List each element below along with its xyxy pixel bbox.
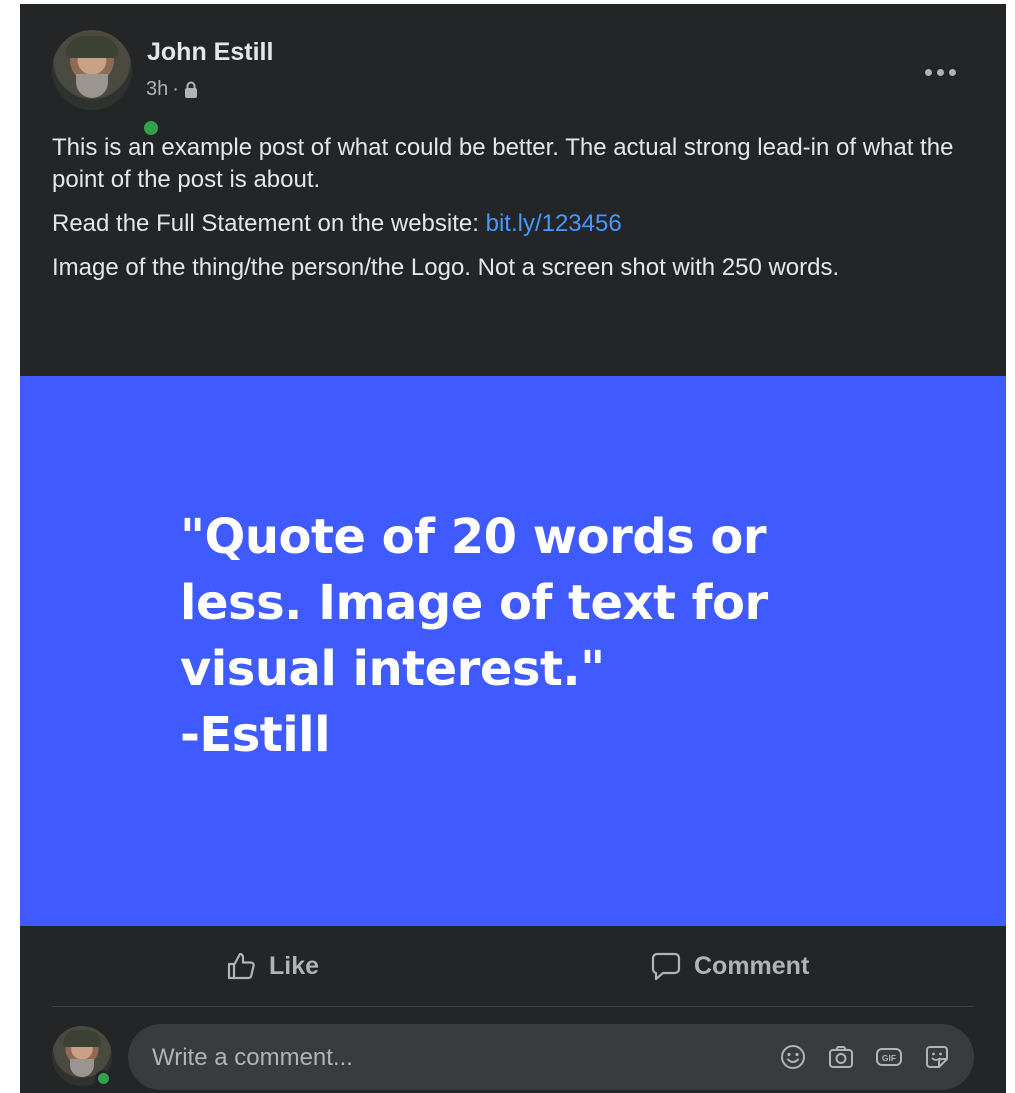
author-avatar[interactable]	[52, 30, 161, 138]
composer-icons: GIF	[778, 1042, 952, 1072]
post-header: John Estill 3h ·	[20, 4, 1006, 138]
comment-button[interactable]: Comment	[650, 944, 809, 988]
comment-label: Comment	[694, 951, 810, 980]
post-meta: 3h ·	[146, 78, 199, 101]
quote-line-2: less. Image of text for	[180, 575, 768, 631]
post-actions: Like Comment	[20, 926, 1006, 1006]
quote-line-4: -Estill	[180, 707, 331, 763]
post-body: This is an example post of what could be…	[52, 132, 972, 296]
composer-avatar[interactable]	[52, 1026, 112, 1087]
quote-line-3: visual interest."	[180, 641, 605, 697]
actions-divider	[52, 1006, 974, 1007]
svg-text:GIF: GIF	[882, 1053, 896, 1063]
post-link[interactable]: bit.ly/123456	[486, 210, 622, 237]
gif-icon[interactable]: GIF	[874, 1042, 904, 1072]
meta-separator: ·	[172, 78, 179, 100]
camera-icon[interactable]	[826, 1042, 856, 1072]
thumbs-up-icon	[227, 952, 255, 980]
post-paragraph-1: This is an example post of what could be…	[52, 134, 954, 193]
post-card: John Estill 3h · This is an example post…	[20, 4, 1006, 1093]
like-button[interactable]: Like	[225, 944, 319, 988]
author-name[interactable]: John Estill	[147, 38, 273, 67]
composer-online-dot	[95, 1070, 112, 1087]
post-paragraph-3: Image of the thing/the person/the Logo. …	[52, 254, 840, 281]
avatar-image	[52, 30, 132, 110]
lock-icon[interactable]	[183, 81, 199, 99]
emoji-icon[interactable]	[778, 1042, 808, 1072]
quote-line-1: "Quote of 20 words or	[180, 509, 767, 565]
post-paragraph-2-text: Read the Full Statement on the website:	[52, 210, 486, 237]
quote-text: "Quote of 20 words or less. Image of tex…	[180, 504, 900, 768]
speech-bubble-icon	[651, 952, 681, 981]
post-image[interactable]: "Quote of 20 words or less. Image of tex…	[20, 376, 1006, 926]
like-label: Like	[269, 951, 320, 980]
sticker-icon[interactable]	[922, 1042, 952, 1072]
post-paragraph-2: Read the Full Statement on the website: …	[52, 208, 972, 240]
comment-composer: GIF	[128, 1024, 974, 1092]
comment-input[interactable]	[150, 1024, 714, 1092]
more-options-icon[interactable]	[920, 60, 960, 84]
post-time[interactable]: 3h	[146, 78, 168, 101]
